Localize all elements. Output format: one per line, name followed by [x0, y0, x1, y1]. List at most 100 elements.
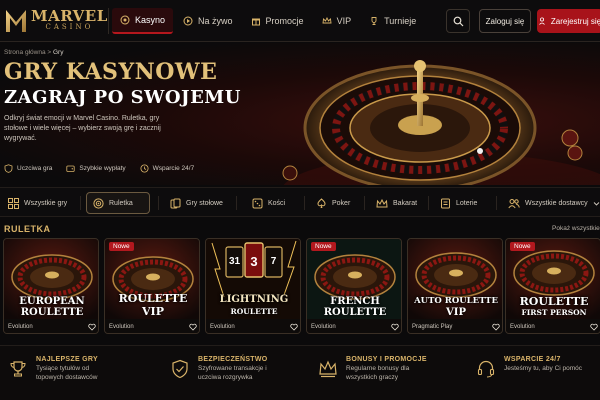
crown-icon [322, 16, 332, 24]
card-footer: Evolution [506, 319, 600, 333]
breadcrumb: Strona główna > Gry [4, 49, 264, 56]
search-button[interactable] [446, 9, 470, 33]
game-provider: Evolution [311, 324, 336, 330]
nav-link-label: Kasyno [135, 15, 166, 25]
brand-sub: CASINO [45, 23, 94, 31]
login-button[interactable]: Zaloguj się [479, 9, 531, 33]
brand-name: MARVEL [31, 7, 108, 25]
game-title-line2: VIP [142, 305, 164, 318]
game-provider: Evolution [109, 324, 134, 330]
game-card[interactable]: Nowe ROULETTE FIRST PERSON Evolution [505, 238, 600, 334]
show-all-link[interactable]: Pokaż wszystkie [552, 225, 600, 232]
breadcrumb-current: Gry [52, 49, 64, 56]
category-all-providers[interactable]: Wszystkie dostawcy [502, 192, 600, 214]
category-label: Ruletka [109, 199, 133, 207]
crown-icon [319, 360, 337, 378]
hero-features: Uczciwa gra Szybkie wypłaty Wsparcie 24/… [4, 164, 194, 173]
hero-text: Strona główna > Gry GRY KASYNOWE ZAGRAJ … [4, 49, 264, 145]
logo-mark-icon [6, 10, 26, 32]
benefit-item: WSPARCIE 24/7 Jesteśmy tu, aby Ci pomóc [476, 356, 584, 379]
nav-link-na-zywo[interactable]: Na żywo [175, 8, 241, 34]
game-title-line1: ROULETTE [118, 292, 188, 305]
category-label: Wszystkie gry [24, 199, 68, 207]
lightning-number: 7 [270, 256, 277, 267]
grid-icon [8, 197, 19, 209]
benefits-bar: NAJLEPSZE GRY Tysiące tytułów od topowyc… [0, 345, 600, 400]
game-card[interactable]: AUTO ROULETTE VIP Pragmatic Play [407, 238, 503, 334]
spade-icon [317, 197, 326, 208]
heart-icon[interactable] [88, 323, 96, 331]
category-separator [304, 196, 305, 210]
category-separator [80, 196, 81, 210]
section-title: RULETKA [4, 224, 51, 234]
nav-link-vip[interactable]: VIP [314, 8, 360, 34]
benefit-description: Regularne bonusy dla wszystkich graczy [346, 365, 410, 381]
nav-link-kasyno[interactable]: Kasyno [112, 8, 174, 34]
category-separator [428, 196, 429, 210]
main-menu: Kasyno Na żywo Promocje VIP Turnieje [112, 8, 424, 34]
nav-link-promocje[interactable]: Promocje [243, 8, 312, 34]
game-card[interactable]: Nowe FRENCH ROULETTE Evolution [306, 238, 402, 334]
game-title-line2: ROULETTE [230, 307, 278, 316]
register-button[interactable]: Zarejestruj się [537, 9, 600, 33]
game-title-line2: VIP [446, 307, 466, 318]
casino-chip-icon [120, 15, 130, 25]
heart-icon[interactable] [391, 323, 399, 331]
crown-icon [376, 198, 388, 207]
breadcrumb-home[interactable]: Strona główna [4, 49, 46, 56]
heart-icon[interactable] [290, 323, 298, 331]
game-title-line2: FIRST PERSON [521, 308, 587, 317]
category-poker[interactable]: Poker [310, 192, 356, 214]
game-title-line1: LIGHTNING [219, 294, 289, 305]
new-badge: Nowe [109, 242, 134, 251]
search-icon [453, 16, 463, 26]
heart-icon[interactable] [590, 323, 598, 331]
category-label: Loterie [456, 199, 478, 207]
benefit-description: Jesteśmy tu, aby Ci pomóc [504, 365, 583, 372]
benefit-item: NAJLEPSZE GRY Tysiące tytułów od topowyc… [8, 356, 116, 383]
chevron-down-icon [593, 201, 599, 206]
category-baccarat[interactable]: Bakarat [370, 192, 423, 214]
trophy-icon [10, 361, 26, 377]
nav-link-label: Turnieje [384, 16, 417, 26]
nav-divider [108, 8, 109, 34]
category-label: Poker [332, 199, 351, 207]
headset-icon [477, 360, 495, 378]
lightning-number: 31 [228, 256, 241, 267]
game-title-line1: ROULETTE [519, 295, 589, 308]
card-footer: Pragmatic Play [408, 319, 502, 333]
category-dice[interactable]: Kości [246, 192, 291, 214]
heart-icon[interactable] [189, 323, 197, 331]
category-separator [496, 196, 497, 210]
category-label: Kości [268, 199, 286, 207]
game-title-line1: FRENCH [330, 296, 380, 307]
lightning-number: 3 [250, 254, 258, 269]
logo[interactable]: MARVEL CASINO [4, 6, 108, 34]
benefit-item: BEZPIECZEŃSTWO Szyfrowane transakcje i u… [170, 356, 278, 383]
benefit-title: BONUSY I PROMOCJE [346, 356, 427, 363]
category-all-games[interactable]: Wszystkie gry [2, 192, 73, 214]
nav-link-turnieje[interactable]: Turnieje [361, 8, 424, 34]
category-roulette[interactable]: Ruletka [86, 192, 150, 214]
shield-icon [4, 164, 13, 173]
benefit-title: WSPARCIE 24/7 [504, 356, 561, 363]
roulette-icon [93, 197, 104, 209]
benefit-title: NAJLEPSZE GRY [36, 356, 98, 363]
category-table-games[interactable]: Gry stołowe [164, 192, 229, 214]
game-card[interactable]: Nowe ROULETTE VIP Evolution [104, 238, 200, 334]
category-lotteries[interactable]: Loterie [434, 192, 483, 214]
register-label: Zarejestruj się [550, 16, 600, 26]
breadcrumb-separator: > [47, 49, 52, 56]
card-footer: Evolution [4, 319, 98, 333]
game-provider: Pragmatic Play [412, 324, 453, 330]
benefit-item: BONUSY I PROMOCJE Regularne bonusy dla w… [318, 356, 427, 383]
feature-label: Wsparcie 24/7 [152, 165, 195, 172]
gift-icon [251, 18, 260, 26]
card-footer: Evolution [206, 319, 300, 333]
game-card[interactable]: EUROPEAN ROULETTE Evolution [3, 238, 99, 334]
wallet-icon [66, 165, 76, 172]
heart-icon[interactable] [492, 323, 500, 331]
game-title-line2: ROULETTE [323, 307, 387, 318]
game-card[interactable]: 31 3 7 LIGHTNING ROULETTE Evolution [205, 238, 301, 334]
shield-check-icon [172, 359, 188, 379]
